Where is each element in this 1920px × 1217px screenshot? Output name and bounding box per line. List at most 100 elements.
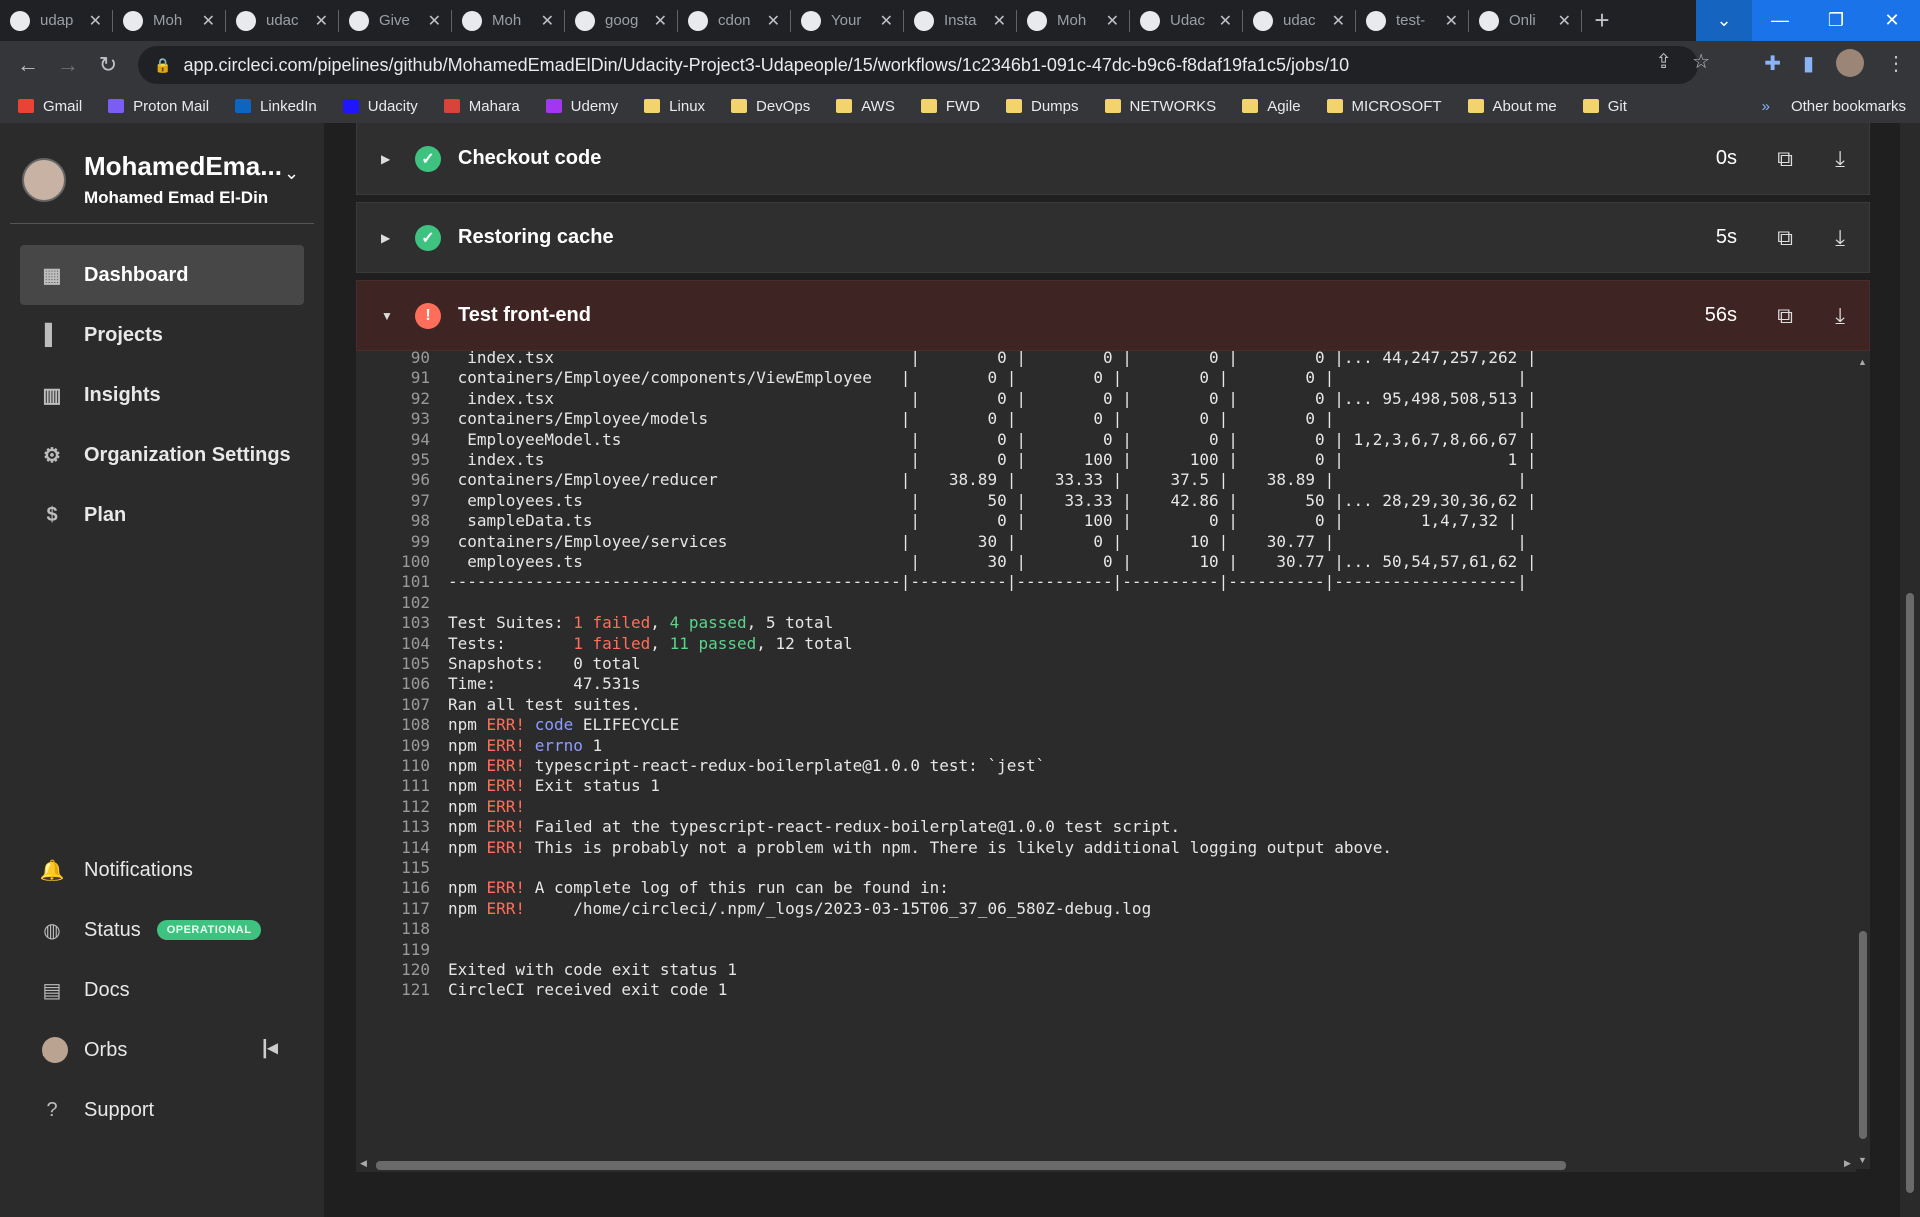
close-tab-icon[interactable]: ✕ <box>315 11 328 31</box>
browser-tab[interactable]: udap ✕ <box>0 0 112 41</box>
bookmark-item[interactable]: Proton Mail <box>108 98 209 115</box>
lock-icon[interactable]: 🔒 <box>154 57 171 74</box>
extensions-puzzle-icon[interactable]: ✚ <box>1764 51 1781 76</box>
open-external-icon[interactable]: ⧉ <box>1777 146 1793 172</box>
console-text: ERR! <box>486 796 526 816</box>
step-test-front-end[interactable]: ▼ ! Test front-end 56s ⧉ ⤓ <box>356 280 1870 351</box>
console-text: ERR! <box>486 776 526 796</box>
sidebar-item-status[interactable]: ◍ Status OPERATIONAL <box>20 900 304 960</box>
forward-arrow-icon[interactable]: → <box>48 52 88 78</box>
scroll-thumb[interactable] <box>1906 593 1914 1193</box>
collapse-sidebar-icon[interactable]: |◂ <box>262 1035 278 1060</box>
browser-tab[interactable]: cdon ✕ <box>678 0 790 41</box>
console-vertical-scrollbar[interactable]: ▲ ▼ <box>1856 351 1870 1169</box>
sidebar-item-org-settings[interactable]: ⚙ Organization Settings <box>20 425 304 485</box>
bookmark-item[interactable]: AWS <box>836 98 895 115</box>
bookmark-item[interactable]: About me <box>1467 98 1557 115</box>
step-restoring-cache[interactable]: ▶ ✓ Restoring cache 5s ⧉ ⤓ <box>356 202 1870 273</box>
browser-tab[interactable]: Onli ✕ <box>1469 0 1581 41</box>
browser-tab[interactable]: test- ✕ <box>1356 0 1468 41</box>
open-external-icon[interactable]: ⧉ <box>1777 303 1793 329</box>
close-tab-icon[interactable]: ✕ <box>654 11 667 31</box>
user-avatar[interactable] <box>42 1037 68 1063</box>
step-output-console[interactable]: 90 index.tsx | 0 | 0 | 0 | 0 |... 44,247… <box>356 351 1870 1169</box>
close-tab-icon[interactable]: ✕ <box>767 11 780 31</box>
bookmark-item[interactable]: Git <box>1582 98 1627 115</box>
profile-avatar[interactable] <box>1836 49 1864 77</box>
close-tab-icon[interactable]: ✕ <box>993 11 1006 31</box>
back-arrow-icon[interactable]: ← <box>8 52 48 78</box>
close-tab-icon[interactable]: ✕ <box>880 11 893 31</box>
url-input[interactable]: 🔒 app.circleci.com/pipelines/github/Moha… <box>138 46 1698 84</box>
expand-triangle-icon[interactable]: ▶ <box>381 231 395 245</box>
browser-tab[interactable]: Give ✕ <box>339 0 451 41</box>
bookmark-item[interactable]: Linux <box>644 98 705 115</box>
bookmark-item[interactable]: Udacity <box>342 98 418 115</box>
org-switcher[interactable]: MohamedEma... Mohamed Emad El-Din ⌄ <box>22 151 299 208</box>
scroll-thumb[interactable] <box>376 1161 1566 1170</box>
sidebar-item-dashboard[interactable]: ▦ Dashboard <box>20 245 304 305</box>
browser-menu-icon[interactable]: ⋮ <box>1886 51 1906 76</box>
scroll-thumb[interactable] <box>1859 931 1867 1139</box>
close-tab-icon[interactable]: ✕ <box>1332 11 1345 31</box>
close-tab-icon[interactable]: ✕ <box>1445 11 1458 31</box>
new-tab-button[interactable]: + <box>1582 5 1622 36</box>
sidebar-item-support[interactable]: ? Support <box>20 1080 304 1140</box>
minimize-button[interactable]: — <box>1752 0 1808 41</box>
scroll-down-arrow-icon[interactable]: ▼ <box>1858 1155 1867 1165</box>
browser-tab[interactable]: Moh ✕ <box>1017 0 1129 41</box>
bookmark-item[interactable]: Dumps <box>1006 98 1079 115</box>
step-checkout-code[interactable]: ▶ ✓ Checkout code 0s ⧉ ⤓ <box>356 123 1870 195</box>
bookmark-item[interactable]: NETWORKS <box>1104 98 1216 115</box>
other-bookmarks[interactable]: Other bookmarks <box>1766 98 1906 115</box>
browser-tab[interactable]: udac ✕ <box>1243 0 1355 41</box>
page-vertical-scrollbar[interactable] <box>1900 123 1920 1217</box>
sidebar-item-docs[interactable]: ▤ Docs <box>20 960 304 1020</box>
scroll-left-arrow-icon[interactable]: ◀ <box>360 1158 367 1169</box>
download-icon[interactable]: ⤓ <box>1835 303 1845 329</box>
bookmark-star-icon[interactable]: ☆ <box>1692 49 1710 74</box>
side-panel-icon[interactable]: ▮ <box>1803 51 1814 76</box>
collapse-triangle-icon[interactable]: ▼ <box>381 309 395 323</box>
browser-tab[interactable]: Udac ✕ <box>1130 0 1242 41</box>
bookmark-item[interactable]: Agile <box>1242 98 1301 115</box>
open-external-icon[interactable]: ⧉ <box>1777 225 1793 251</box>
sidebar-item-notifications[interactable]: 🔔 Notifications <box>20 840 304 900</box>
bookmark-item[interactable]: MICROSOFT <box>1326 98 1442 115</box>
scroll-right-arrow-icon[interactable]: ▶ <box>1844 1158 1851 1169</box>
download-icon[interactable]: ⤓ <box>1835 146 1845 172</box>
bookmark-item[interactable]: Gmail <box>18 98 82 115</box>
browser-tab[interactable]: Moh ✕ <box>113 0 225 41</box>
expand-triangle-icon[interactable]: ▶ <box>381 152 395 166</box>
console-text: containers/Employee/services | 30 | 0 | … <box>448 531 1527 551</box>
browser-tab[interactable]: goog ✕ <box>565 0 677 41</box>
restore-button[interactable]: ❐ <box>1808 0 1864 41</box>
browser-tab[interactable]: Insta ✕ <box>904 0 1016 41</box>
download-icon[interactable]: ⤓ <box>1835 225 1845 251</box>
close-window-button[interactable]: ✕ <box>1864 0 1920 41</box>
bookmark-item[interactable]: DevOps <box>731 98 810 115</box>
close-tab-icon[interactable]: ✕ <box>1106 11 1119 31</box>
close-tab-icon[interactable]: ✕ <box>428 11 441 31</box>
browser-tab[interactable]: Your ✕ <box>791 0 903 41</box>
chevron-down-icon[interactable]: ⌄ <box>284 163 299 184</box>
browser-tab[interactable]: udac ✕ <box>226 0 338 41</box>
bookmark-item[interactable]: Mahara <box>443 98 520 115</box>
sidebar-item-insights[interactable]: ▥ Insights <box>20 365 304 425</box>
sidebar-item-projects[interactable]: ▌ Projects <box>20 305 304 365</box>
share-icon[interactable]: ⇪ <box>1655 49 1672 74</box>
scroll-up-arrow-icon[interactable]: ▲ <box>1858 357 1867 367</box>
close-tab-icon[interactable]: ✕ <box>1219 11 1232 31</box>
close-tab-icon[interactable]: ✕ <box>541 11 554 31</box>
close-tab-icon[interactable]: ✕ <box>1558 11 1571 31</box>
bookmark-item[interactable]: FWD <box>920 98 980 115</box>
tab-search-icon[interactable]: ⌄ <box>1696 0 1752 41</box>
close-tab-icon[interactable]: ✕ <box>89 11 102 31</box>
browser-tab[interactable]: Moh ✕ <box>452 0 564 41</box>
bookmark-item[interactable]: Udemy <box>545 98 618 115</box>
console-horizontal-scrollbar[interactable]: ◀ ▶ <box>356 1158 1856 1172</box>
sidebar-item-plan[interactable]: $ Plan <box>20 485 304 545</box>
reload-icon[interactable]: ↻ <box>88 52 128 78</box>
close-tab-icon[interactable]: ✕ <box>202 11 215 31</box>
bookmark-item[interactable]: LinkedIn <box>235 98 317 115</box>
